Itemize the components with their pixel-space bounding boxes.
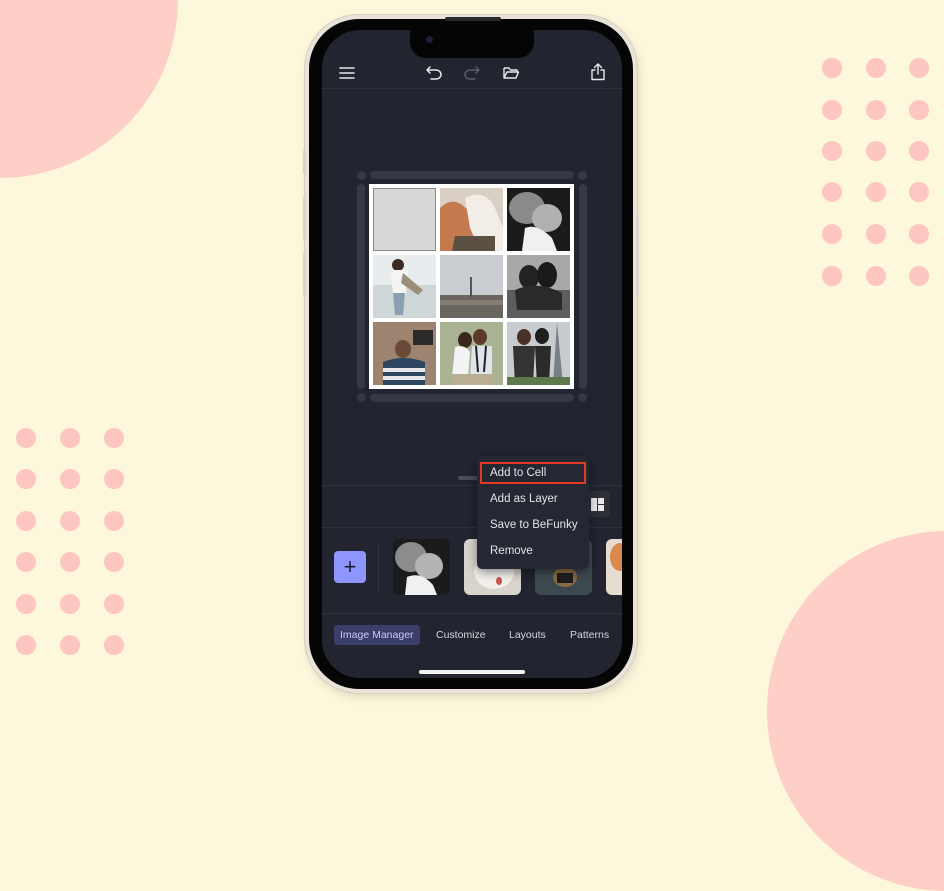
decorative-dot [104,594,124,614]
phone-volume-up [303,196,306,240]
collage-corner-handle[interactable] [357,171,366,180]
image-thumbnail[interactable] [393,539,450,595]
toolbar-divider [322,88,622,89]
collage-resize-handle-right[interactable] [579,184,587,389]
collage-cell-photo[interactable] [507,322,570,385]
open-folder-icon[interactable] [500,62,522,84]
tab-customize[interactable]: Customize [430,625,492,645]
bottom-tabs: Image Manager Customize Layouts Patterns [322,618,622,652]
decorative-dot [822,141,842,161]
menu-item-remove[interactable]: Remove [477,540,589,562]
decorative-dot [822,182,842,202]
decorative-dot [60,552,80,572]
decorative-dot [60,594,80,614]
decorative-dot [909,224,929,244]
plus-icon: + [343,554,357,579]
decorative-dot [104,511,124,531]
decorative-dot [60,469,80,489]
decorative-blob-top-left [0,0,178,178]
front-camera [426,36,433,43]
collage-corner-handle[interactable] [578,171,587,180]
phone-silent-switch [303,150,306,174]
phone-notch [410,30,534,58]
share-icon[interactable] [587,61,609,83]
decorative-dot [16,594,36,614]
menu-item-save-to-befunky[interactable]: Save to BeFunky [477,514,589,536]
decorative-dot [866,266,886,286]
tab-image-manager[interactable]: Image Manager [334,625,420,645]
collage-canvas [369,184,574,389]
collage-corner-handle[interactable] [357,393,366,402]
decorative-dot [909,266,929,286]
collage-cell-photo[interactable] [440,322,503,385]
decorative-dot [60,511,80,531]
phone-volume-down [303,252,306,296]
collage-resize-handle-bottom[interactable] [370,394,574,402]
decorative-dot [16,552,36,572]
app-screen: + Image Manager Customize Layouts Patter… [322,30,622,678]
menu-item-add-to-cell[interactable]: Add to Cell [480,462,586,484]
collage-resize-handle-top[interactable] [370,171,574,179]
decorative-dot [16,635,36,655]
home-indicator[interactable] [419,670,525,674]
decorative-dot [60,635,80,655]
collage-cell-photo[interactable] [440,188,503,251]
decorative-dot [822,58,842,78]
decorative-blob-bottom-right [767,531,944,891]
decorative-dot [104,428,124,448]
decorative-dot [866,141,886,161]
decorative-dot [104,552,124,572]
decorative-dot [866,224,886,244]
decorative-dot [909,58,929,78]
decorative-dot [16,511,36,531]
decorative-dot [909,100,929,120]
decorative-dot [909,182,929,202]
decorative-dot [822,224,842,244]
add-image-button[interactable]: + [334,551,366,583]
decorative-dot [909,141,929,161]
decorative-dot [822,100,842,120]
collage-cell-photo[interactable] [373,255,436,318]
collage-cell-photo[interactable] [373,322,436,385]
phone-speaker [445,17,501,21]
image-list-separator [378,543,379,591]
collage-cell-photo[interactable] [507,188,570,251]
collage-cell-empty[interactable] [373,188,436,251]
decorative-dot [16,428,36,448]
phone-power-button [636,215,639,295]
decorative-dot [866,58,886,78]
top-toolbar [322,56,622,88]
tab-layouts[interactable]: Layouts [503,625,552,645]
collage-cell-photo[interactable] [440,255,503,318]
decorative-dot [104,469,124,489]
decorative-dot [822,266,842,286]
decorative-dot [60,428,80,448]
collage-corner-handle[interactable] [578,393,587,402]
tabs-divider [322,613,622,614]
collage-cell-photo[interactable] [507,255,570,318]
decorative-dot [16,469,36,489]
image-context-menu: Add to Cell Add as Layer Save to BeFunky… [477,456,589,569]
decorative-dot [866,182,886,202]
redo-icon[interactable] [461,62,483,84]
decorative-dot [104,635,124,655]
hamburger-menu-icon[interactable] [336,62,358,84]
grid-layout-icon [590,497,604,511]
menu-item-add-as-layer[interactable]: Add as Layer [477,488,589,510]
tab-patterns[interactable]: Patterns [564,625,615,645]
undo-icon[interactable] [423,62,445,84]
collage-resize-handle-left[interactable] [357,184,365,389]
image-thumbnail[interactable] [606,539,622,595]
decorative-dot [866,100,886,120]
